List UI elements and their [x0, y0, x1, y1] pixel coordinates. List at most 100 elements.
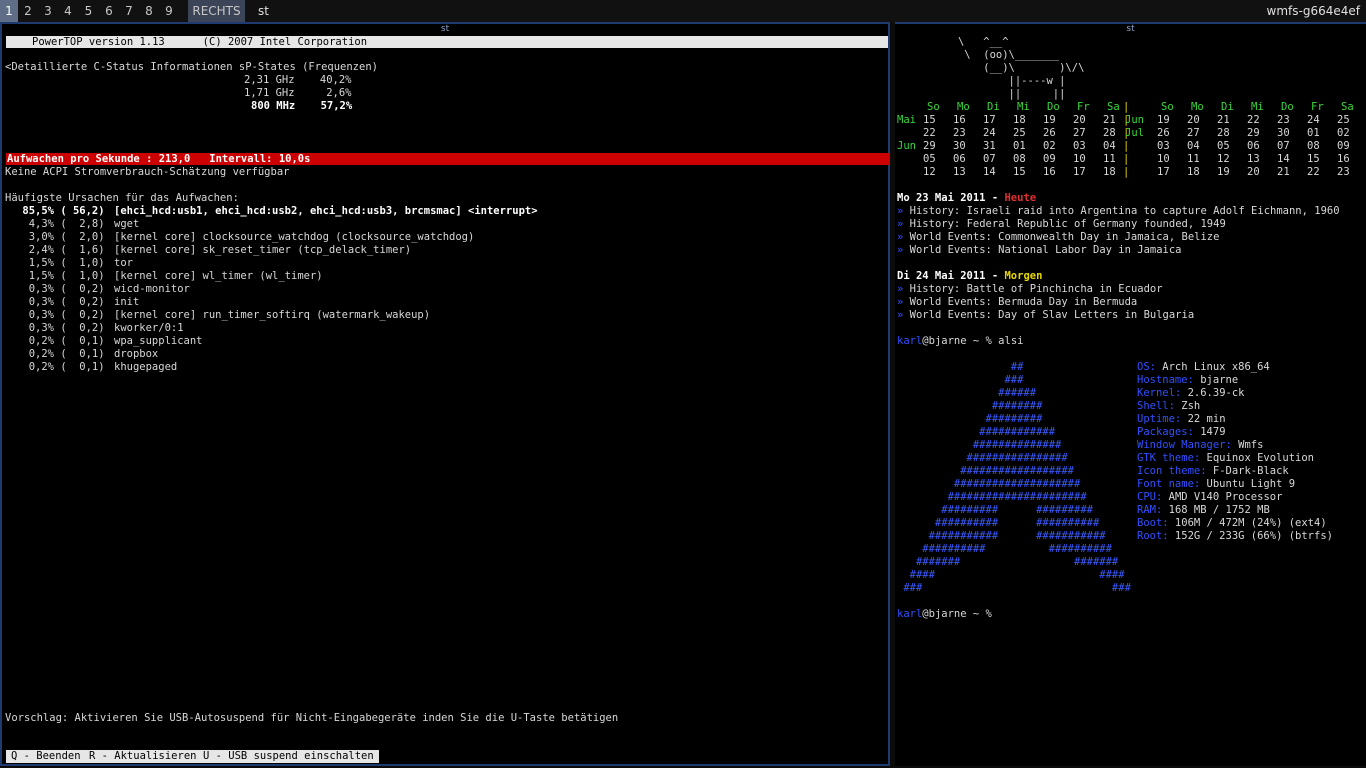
layout-indicator[interactable]: RECHTS [188, 0, 245, 22]
calendar-day[interactable]: 17 [1157, 166, 1170, 179]
tag-2[interactable]: 2 [18, 0, 38, 22]
calendar-day[interactable]: 21 [1217, 114, 1230, 127]
tag-6[interactable]: 6 [99, 0, 119, 22]
calendar-day[interactable]: 26 [1043, 127, 1056, 140]
calendar-day[interactable]: 19 [1043, 114, 1056, 127]
calendar-day[interactable]: 30 [1277, 127, 1290, 140]
calendar-day[interactable]: 16 [1337, 153, 1350, 166]
calendar-day[interactable]: 25 [1337, 114, 1350, 127]
calendar-day[interactable]: 10 [1073, 153, 1086, 166]
calendar-day[interactable]: 19 [1217, 166, 1230, 179]
bullet-icon: » [897, 296, 910, 308]
calendar-day[interactable]: 24 [983, 127, 996, 140]
calendar-day[interactable]: 08 [1013, 153, 1026, 166]
calendar-day[interactable]: 23 [1277, 114, 1290, 127]
calendar-day[interactable]: 19 [1157, 114, 1170, 127]
calendar-day[interactable]: 15 [1013, 166, 1026, 179]
calendar-day[interactable]: 11 [1187, 153, 1200, 166]
calendar-day[interactable]: 16 [1043, 166, 1056, 179]
calendar-day[interactable]: 21 [1103, 114, 1116, 127]
calendar-day[interactable]: 20 [1247, 166, 1260, 179]
calendar-day[interactable]: 21 [1277, 166, 1290, 179]
event-separator: - [985, 270, 1005, 282]
calendar-day[interactable]: 20 [1073, 114, 1086, 127]
tag-8[interactable]: 8 [139, 0, 159, 22]
calendar-day[interactable]: 29 [923, 140, 936, 153]
tag-5[interactable]: 5 [78, 0, 99, 22]
tag-4[interactable]: 4 [58, 0, 78, 22]
calendar-day[interactable]: 17 [1073, 166, 1086, 179]
calendar-day[interactable]: 07 [1277, 140, 1290, 153]
calendar-day[interactable]: 20 [1187, 114, 1200, 127]
calendar-separator: | [1123, 140, 1130, 152]
calendar-day[interactable]: 28 [1103, 127, 1116, 140]
shell-prompt[interactable]: karl@bjarne ~ % [897, 608, 992, 621]
calendar-day[interactable]: 15 [923, 114, 936, 127]
calendar-day[interactable]: 07 [983, 153, 996, 166]
terminal-window-left[interactable]: st PowerTOP version 1.13 (C) 2007 Intel … [0, 22, 890, 766]
calendar-day[interactable]: 02 [1337, 127, 1350, 140]
calendar-day[interactable]: 02 [1043, 140, 1056, 153]
calendar-day[interactable]: 16 [953, 114, 966, 127]
terminal-window-right[interactable]: st \ ^__^ \ (oo)\_______ (__)\ )\/\ ||--… [895, 22, 1366, 766]
calendar-day[interactable]: 08 [1307, 140, 1320, 153]
tag-3[interactable]: 3 [38, 0, 58, 22]
quit-key-button[interactable]: Q - Beenden [6, 750, 86, 763]
cause-count: ( 2,0) [54, 231, 105, 243]
calendar-day[interactable]: 13 [953, 166, 966, 179]
calendar-day[interactable]: 13 [1247, 153, 1260, 166]
calendar-day[interactable]: 09 [1337, 140, 1350, 153]
calendar-day[interactable]: 03 [1073, 140, 1086, 153]
calendar-day[interactable]: 30 [953, 140, 966, 153]
event-category: History [909, 283, 954, 295]
calendar-day[interactable]: 29 [1247, 127, 1260, 140]
calendar-day[interactable]: 24 [1307, 114, 1320, 127]
calendar-day[interactable]: 23 [1337, 166, 1350, 179]
calendar-day[interactable]: 18 [1013, 114, 1026, 127]
tag-7[interactable]: 7 [119, 0, 139, 22]
calendar-day[interactable]: 27 [1187, 127, 1200, 140]
calendar-day[interactable]: 17 [983, 114, 996, 127]
shell-prompt: karl@bjarne ~ % alsi [897, 335, 1024, 347]
usb-suspend-key-button[interactable]: U - USB suspend einschalten [198, 750, 379, 763]
calendar-day[interactable]: 09 [1043, 153, 1056, 166]
calendar-day[interactable]: 06 [1247, 140, 1260, 153]
calendar-day[interactable]: 23 [953, 127, 966, 140]
calendar-day[interactable]: 12 [923, 166, 936, 179]
calendar-day[interactable]: 04 [1103, 140, 1116, 153]
calendar-day[interactable]: 14 [983, 166, 996, 179]
calendar-day[interactable]: 22 [1247, 114, 1260, 127]
tag-1[interactable]: 1 [0, 0, 18, 22]
focused-client-title[interactable]: st [258, 0, 269, 22]
calendar-day[interactable]: 04 [1187, 140, 1200, 153]
calendar-day[interactable]: 28 [1217, 127, 1230, 140]
top-bar: 1 2 3 4 5 6 7 8 9 RECHTS st wmfs-g664e4e… [0, 0, 1366, 22]
calendar-day[interactable]: 18 [1103, 166, 1116, 179]
calendar-day[interactable]: 15 [1307, 153, 1320, 166]
calendar-day[interactable]: 31 [983, 140, 996, 153]
calendar-day[interactable]: 25 [1013, 127, 1026, 140]
weekday-label: Mo [1191, 101, 1204, 113]
calendar-day[interactable]: 18 [1187, 166, 1200, 179]
calendar-day[interactable]: 01 [1307, 127, 1320, 140]
event-text: Bermuda Day in Bermuda [998, 296, 1138, 308]
calendar-day[interactable]: 10 [1157, 153, 1170, 166]
calendar-day[interactable]: 14 [1277, 153, 1290, 166]
calendar-day[interactable]: 22 [923, 127, 936, 140]
calendar-day[interactable]: 12 [1217, 153, 1230, 166]
calendar-day[interactable]: 26 [1157, 127, 1170, 140]
cause-row: 2,4% ( 1,6) [kernel core] sk_reset_timer … [2, 244, 411, 257]
calendar-day[interactable]: 01 [1013, 140, 1026, 153]
calendar-day[interactable]: 22 [1307, 166, 1320, 179]
info-key: Uptime: [1137, 413, 1182, 425]
calendar-day[interactable]: 05 [1217, 140, 1230, 153]
calendar-day[interactable]: 05 [923, 153, 936, 166]
tag-9[interactable]: 9 [159, 0, 179, 22]
bullet-icon: » [897, 205, 910, 217]
cause-percent: 0,3% [28, 296, 54, 308]
calendar-day[interactable]: 11 [1103, 153, 1116, 166]
calendar-day[interactable]: 03 [1157, 140, 1170, 153]
refresh-key-button[interactable]: R - Aktualisieren [84, 750, 202, 763]
calendar-day[interactable]: 06 [953, 153, 966, 166]
calendar-day[interactable]: 27 [1073, 127, 1086, 140]
